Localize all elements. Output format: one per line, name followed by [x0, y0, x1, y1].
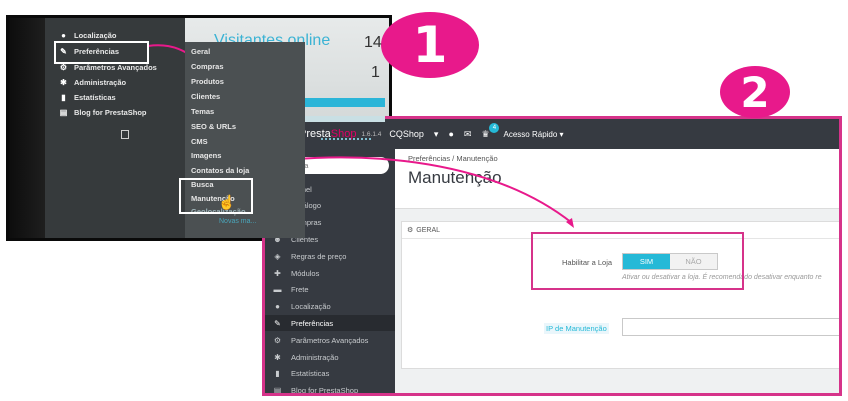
- truck-icon: ▬: [273, 285, 282, 295]
- stat-bar: [305, 98, 385, 107]
- maintenance-ip-input[interactable]: [622, 318, 839, 336]
- chart-line: [321, 138, 371, 142]
- sidebar-item-localiza-o[interactable]: ● Localização: [265, 299, 395, 315]
- cart-icon[interactable]: ▾: [434, 129, 439, 140]
- bar-chart-icon: ▮: [61, 93, 66, 102]
- menu-label: Localização: [74, 31, 117, 40]
- cogs-icon: ⚙: [407, 227, 414, 234]
- gear-icon: ✱: [274, 352, 281, 362]
- sidebar-item-label: Frete: [291, 285, 309, 295]
- sidebar-item-regras-de-pre-o[interactable]: ◈ Regras de preço: [265, 248, 395, 264]
- tutorial-composite: Visitantes online 14 1 ● Localização ✎ Pre…: [0, 0, 848, 401]
- submenu-compras[interactable]: Compras: [191, 62, 224, 71]
- step-badge-1: 1: [381, 12, 479, 78]
- submenu-seo-urls[interactable]: SEO & URLs: [191, 122, 236, 131]
- submenu-produtos[interactable]: Produtos: [191, 77, 224, 86]
- sidebar-item-label: Módulos: [291, 268, 320, 278]
- tags-icon: ◈: [274, 251, 281, 261]
- book-icon: ▤: [59, 108, 68, 117]
- puzzle-icon: ✚: [274, 268, 281, 278]
- old-menu-item-localizacao[interactable]: ● Localização: [59, 31, 117, 40]
- maintenance-ip-label: IP de Manutenção: [544, 323, 609, 334]
- old-menu-item-blog[interactable]: ▤ Blog for PrestaShop: [59, 108, 147, 117]
- old-menu-item-administracao[interactable]: ✱ Administração: [59, 78, 126, 87]
- submenu-imagens[interactable]: Imagens: [191, 151, 221, 160]
- sidebar-item-label: Regras de preço: [291, 251, 347, 261]
- sidebar-item-estat-sticas[interactable]: ▮ Estatísticas: [265, 366, 395, 382]
- sidebar-item-blog-for-prestashop[interactable]: ▤ Blog for PrestaShop: [265, 383, 395, 396]
- doc-icon: [121, 130, 129, 139]
- book-icon: ▤: [273, 386, 282, 396]
- menu-label: Blog for PrestaShop: [74, 108, 147, 117]
- sidebar-item-label: Blog for PrestaShop: [291, 386, 359, 396]
- sidebar-item-label: Administração: [291, 352, 339, 362]
- step-badge-2: 2: [720, 66, 790, 118]
- sidebar-item-label: Parâmetros Avançados: [291, 335, 369, 345]
- user-icon[interactable]: ●: [448, 129, 453, 139]
- notification-badge: 4: [489, 122, 500, 133]
- menu-label: Estatísticas: [74, 93, 116, 102]
- admin-header: ● PrestaShop 1.6.1.4 CQShop ▾ ● ✉ ♛4 Ace…: [265, 119, 839, 149]
- globe-icon: ●: [275, 302, 280, 312]
- page-header: Preferências / Manutenção Manutenção: [395, 149, 839, 209]
- stat-value: 14: [364, 34, 382, 51]
- cogs-icon: ⚙: [273, 335, 282, 345]
- submenu-contatos[interactable]: Contatos da loja: [191, 166, 249, 175]
- submenu-geral[interactable]: Geral: [191, 47, 210, 56]
- page-title: Manutenção: [408, 168, 502, 187]
- shop-name-link[interactable]: CQShop: [389, 129, 424, 139]
- menu-label: Parâmetros Avançados: [74, 63, 157, 72]
- hand-cursor-icon: ☝: [218, 194, 236, 210]
- sidebar-item-prefer-ncias[interactable]: ✎ Preferências: [265, 315, 395, 332]
- trophy-icon[interactable]: ♛ 4: [481, 122, 500, 140]
- envelope-icon[interactable]: ✉: [464, 129, 472, 140]
- sidebar-item-par-metros-avan-ados[interactable]: ⚙ Parâmetros Avançados: [265, 332, 395, 348]
- menu-label: Administração: [74, 78, 127, 87]
- faded-link: Novas ma...: [219, 218, 257, 225]
- sidebar-item-m-dulos[interactable]: ✚ Módulos: [265, 265, 395, 281]
- preferences-highlight-box: [54, 41, 149, 64]
- stat-bar: [305, 116, 385, 122]
- submenu-clientes[interactable]: Clientes: [191, 92, 220, 101]
- sidebar-item-label: Preferências: [291, 318, 334, 328]
- breadcrumb[interactable]: Preferências / Manutenção: [408, 154, 498, 163]
- wrench-icon: ✎: [274, 318, 281, 328]
- old-menu-item-estatisticas[interactable]: ▮ Estatísticas: [59, 93, 116, 102]
- panel-title: GERAL: [416, 226, 441, 234]
- old-menu-item-parametros[interactable]: ⚙ Parâmetros Avançados: [59, 63, 157, 72]
- sidebar-item-frete[interactable]: ▬ Frete: [265, 282, 395, 298]
- gear-icon: ✱: [60, 78, 67, 87]
- globe-icon: ●: [61, 31, 66, 40]
- sidebar-item-label: Localização: [291, 302, 331, 312]
- sidebar-item-label: Estatísticas: [291, 369, 330, 379]
- sidebar-item-administra-o[interactable]: ✱ Administração: [265, 349, 395, 365]
- version-label: 1.6.1.4: [361, 130, 382, 138]
- quick-access-menu[interactable]: Acesso Rápido ▾: [504, 130, 564, 139]
- maintenance-highlight-box: [179, 178, 253, 214]
- toggle-highlight-box: [531, 232, 744, 290]
- bar-chart-icon: ▮: [275, 369, 280, 379]
- cogs-icon: ⚙: [59, 63, 68, 72]
- submenu-cms[interactable]: CMS: [191, 137, 208, 146]
- submenu-temas[interactable]: Temas: [191, 107, 214, 116]
- stat-value: 1: [371, 64, 380, 81]
